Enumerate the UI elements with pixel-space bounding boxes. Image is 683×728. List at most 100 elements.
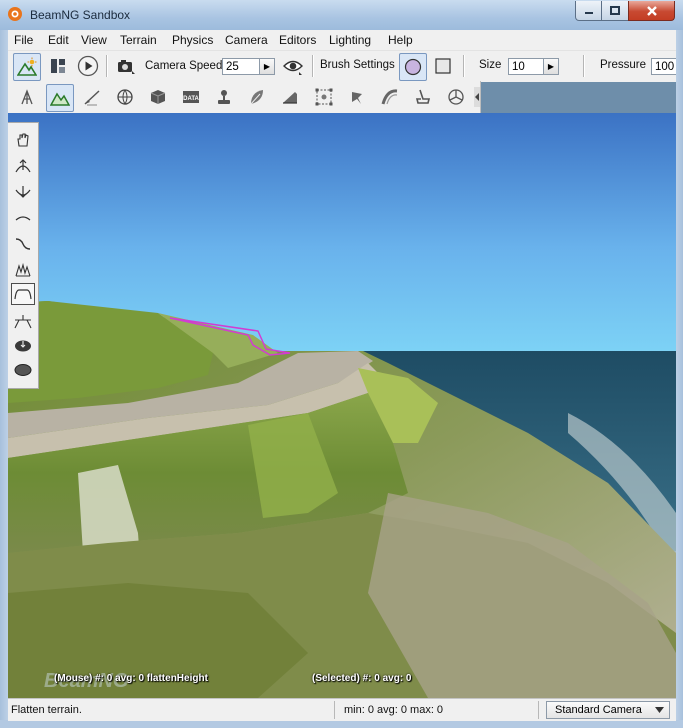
pressure-label: Pressure	[600, 59, 647, 71]
status-bar: Flatten terrain. min: 0 avg: 0 max: 0 St…	[8, 698, 676, 721]
flatten-icon	[14, 289, 32, 300]
window-frame-left	[0, 30, 8, 728]
size-stepper[interactable]: ▶	[544, 58, 559, 75]
window-title-bar[interactable]: BeamNG Sandbox	[0, 0, 683, 31]
menu-view[interactable]: View	[81, 33, 107, 47]
lower-arrow-icon	[15, 186, 31, 198]
menu-editors[interactable]: Editors	[279, 33, 316, 47]
datablock-editor-button[interactable]: DATA	[178, 84, 204, 110]
cube-icon	[150, 90, 166, 104]
camera-speed-input[interactable]: 25	[222, 58, 260, 75]
river-editor-button[interactable]	[377, 84, 403, 110]
panel-layout-icon	[51, 59, 65, 73]
window-frame-bottom	[0, 720, 683, 728]
selection-box-icon	[315, 88, 333, 106]
object-editor-button[interactable]	[14, 84, 40, 110]
smooth-slope-button[interactable]	[11, 233, 35, 255]
hand-icon	[17, 133, 29, 147]
lower-height-button[interactable]	[11, 181, 35, 203]
mesh-road-editor-button[interactable]	[277, 84, 303, 110]
size-input[interactable]: 10	[508, 58, 544, 75]
window-title: BeamNG Sandbox	[30, 8, 131, 22]
restore-terrain-button[interactable]	[11, 359, 35, 381]
arrow-right-icon: ▶	[547, 62, 555, 71]
sky-editor-button[interactable]	[112, 84, 138, 110]
menu-terrain[interactable]: Terrain	[120, 33, 157, 47]
leaf-icon	[250, 90, 263, 105]
data-icon: DATA	[183, 91, 200, 103]
track-builder-button[interactable]	[410, 84, 436, 110]
close-button[interactable]	[628, 1, 675, 21]
toolbar-separator	[463, 55, 465, 77]
selected-info-text: (Selected) #: 0 avg: 0	[312, 673, 412, 684]
chevron-down-icon	[655, 707, 664, 713]
menu-camera[interactable]: Camera	[225, 33, 268, 47]
paint-noise-button[interactable]	[11, 259, 35, 281]
noise-peaks-icon	[15, 262, 31, 277]
status-message: Flatten terrain.	[11, 704, 82, 716]
menu-file[interactable]: File	[14, 33, 33, 47]
toolbar-overflow-button[interactable]	[474, 87, 480, 107]
terrain-tool-palette	[8, 122, 39, 389]
set-height-icon	[14, 315, 32, 329]
smooth-height-button[interactable]	[11, 207, 35, 229]
camera-options-button[interactable]	[113, 53, 139, 79]
brush-settings-label: Brush Settings	[320, 59, 395, 71]
play-icon	[77, 55, 99, 77]
main-toolbar: Camera Speed 25 ▶ Brush Settings Size 10…	[8, 50, 676, 82]
decal-editor-button[interactable]	[311, 84, 337, 110]
visibility-button[interactable]	[280, 53, 306, 79]
chair-icon	[415, 89, 431, 104]
pressure-input[interactable]: 100	[651, 58, 676, 75]
status-height-stats: min: 0 avg: 0 max: 0	[344, 704, 444, 716]
toolbar-separator	[106, 55, 108, 77]
grab-terrain-button[interactable]	[11, 129, 35, 151]
paint-brush-icon	[84, 90, 100, 106]
status-divider	[538, 701, 539, 719]
scene-viewport[interactable]	[8, 113, 676, 698]
road-editor-button[interactable]	[344, 84, 370, 110]
terrain-editor-tool-button[interactable]	[46, 84, 74, 112]
brush-circle-button[interactable]	[399, 53, 427, 81]
terrain-scene	[8, 113, 676, 698]
flatten-terrain-button[interactable]	[11, 283, 35, 305]
window-frame-right	[676, 30, 683, 728]
brush-box-button[interactable]	[430, 53, 456, 79]
globe-icon	[117, 89, 133, 106]
app-logo-icon	[8, 7, 22, 21]
ramp-icon	[283, 92, 297, 104]
terrain-mountain-icon	[50, 92, 70, 106]
navmesh-editor-button[interactable]	[443, 84, 469, 110]
set-height-button[interactable]	[11, 311, 35, 333]
minimize-button[interactable]	[575, 1, 602, 21]
maximize-icon	[610, 5, 620, 15]
camera-mode-select[interactable]: Standard Camera	[546, 701, 670, 719]
raise-height-button[interactable]	[11, 155, 35, 177]
camera-speed-stepper[interactable]: ▶	[260, 58, 275, 75]
toolbar-separator	[312, 55, 314, 77]
inspector-button[interactable]	[45, 53, 71, 79]
eye-icon	[283, 60, 303, 75]
play-button[interactable]	[75, 53, 101, 79]
smooth-curve-icon	[15, 216, 31, 221]
menu-lighting[interactable]: Lighting	[329, 33, 371, 47]
maximize-button[interactable]	[601, 1, 629, 21]
particle-editor-button[interactable]	[211, 84, 237, 110]
menu-help[interactable]: Help	[388, 33, 413, 47]
shape-editor-button[interactable]	[145, 84, 171, 110]
menu-bar: File Edit View Terrain Physics Camera Ed…	[8, 30, 676, 50]
menu-physics[interactable]: Physics	[172, 33, 213, 47]
forest-editor-button[interactable]	[244, 84, 270, 110]
terrain-editor-button[interactable]	[13, 53, 41, 81]
clear-terrain-button[interactable]	[11, 335, 35, 357]
terrain-sun-icon	[17, 57, 37, 76]
camera-icon	[118, 60, 135, 74]
size-label: Size	[479, 59, 502, 71]
chevron-left-icon	[474, 93, 479, 101]
object-tree-icon	[21, 89, 33, 105]
terrain-painter-button[interactable]	[79, 84, 105, 110]
arrow-right-icon: ▶	[263, 62, 271, 71]
menu-edit[interactable]: Edit	[48, 33, 69, 47]
hole-icon	[15, 340, 31, 352]
slope-curve-icon	[15, 238, 31, 250]
